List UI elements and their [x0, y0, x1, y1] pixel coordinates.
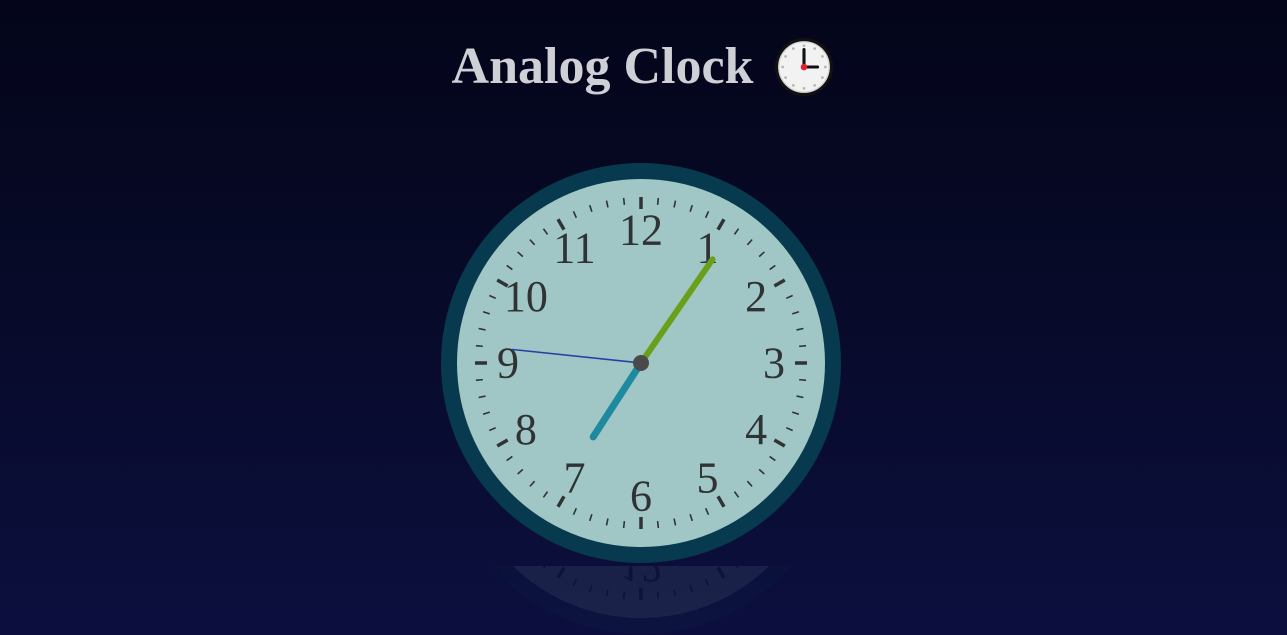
- clock-numeral: 2: [745, 272, 767, 321]
- analog-clock: 12 1 2 3 4 5 6 7 8 9 10 11: [440, 162, 842, 564]
- clock-numeral: 9: [497, 339, 519, 388]
- clock-reflection: 121234567891011: [440, 566, 842, 635]
- page-title: Analog Clock: [451, 38, 754, 95]
- minute-tick: [622, 197, 626, 205]
- clock-numeral: 10: [504, 272, 548, 321]
- clock-numeral: 3: [763, 339, 785, 388]
- clock-numeral: 12: [619, 206, 663, 255]
- clock-numeral: 6: [630, 472, 652, 521]
- clock-numeral: 5: [697, 454, 719, 503]
- clock-emoji-icon: [775, 37, 834, 97]
- clock-numeral: 11: [553, 223, 595, 272]
- minute-tick: [799, 344, 807, 348]
- clock-face: 12 1234567891011: [441, 163, 841, 563]
- minute-tick: [622, 521, 626, 529]
- clock-numeral: 7: [564, 454, 586, 503]
- minute-tick: [656, 197, 660, 205]
- clock-numeral: 4: [745, 405, 767, 454]
- minute-tick: [799, 378, 807, 382]
- header: Analog Clock: [0, 34, 1287, 100]
- clock-numeral: 8: [515, 405, 537, 454]
- center-cap: [633, 355, 649, 371]
- minute-tick: [475, 378, 483, 382]
- minute-tick: [656, 521, 660, 529]
- svg-text:11: 11: [553, 566, 595, 574]
- svg-text:12: 12: [619, 566, 663, 592]
- minute-tick: [475, 344, 483, 348]
- svg-text:1: 1: [697, 566, 719, 574]
